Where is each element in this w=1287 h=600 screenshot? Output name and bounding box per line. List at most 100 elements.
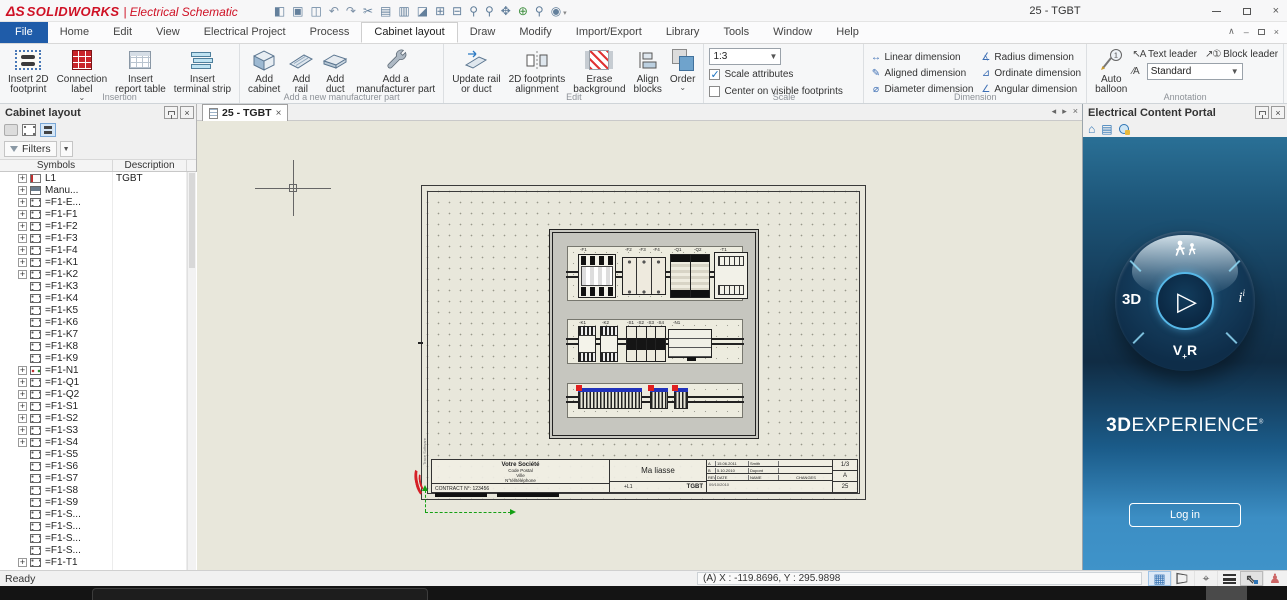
insert-2d-footprint-button[interactable]: Insert 2D footprint: [5, 46, 52, 96]
ribbon-tab[interactable]: Home: [48, 22, 101, 43]
ribbon-tab[interactable]: Modify: [507, 22, 563, 43]
globe-edit-icon[interactable]: [1119, 124, 1129, 134]
minimize-button[interactable]: [1212, 11, 1221, 12]
expand-icon[interactable]: [18, 234, 27, 243]
tree-row[interactable]: =F1-K7: [0, 328, 197, 340]
compass-play-button[interactable]: ▷: [1156, 272, 1215, 331]
expand-icon[interactable]: [18, 438, 27, 447]
tree-row[interactable]: =F1-K8: [0, 340, 197, 352]
ribbon-tab[interactable]: Import/Export: [564, 22, 654, 43]
status-toggle-icon[interactable]: [1171, 571, 1194, 586]
status-toggle-icon[interactable]: [1217, 571, 1240, 586]
tree-row[interactable]: =F1-F1: [0, 208, 197, 220]
close-panel-button[interactable]: ×: [180, 106, 194, 119]
tree-row[interactable]: =F1-S8: [0, 484, 197, 496]
expand-icon[interactable]: [18, 378, 27, 387]
breakers-s1-s4[interactable]: [626, 326, 666, 362]
contactor-k1[interactable]: [578, 326, 596, 362]
expand-icon[interactable]: [18, 222, 27, 231]
update-rail-or-duct-button[interactable]: Update rail or duct: [449, 46, 503, 96]
expand-icon[interactable]: [18, 390, 27, 399]
tree-row[interactable]: =F1-T1: [0, 556, 197, 568]
breaker-f1[interactable]: [578, 254, 616, 298]
tree-row[interactable]: =F1-S...: [0, 532, 197, 544]
home-icon[interactable]: ⌂: [1088, 123, 1095, 135]
tree-row[interactable]: =F1-S6: [0, 460, 197, 472]
doc-minimize-icon[interactable]: –: [1244, 27, 1249, 37]
contactors-q1-q2[interactable]: [670, 254, 710, 298]
sheet-view-icon[interactable]: [4, 124, 18, 136]
tree-row[interactable]: =F1-K9: [0, 352, 197, 364]
plc-n1[interactable]: [668, 329, 712, 358]
expand-icon[interactable]: [18, 258, 27, 267]
qat-icon[interactable]: ↶: [329, 5, 339, 17]
tab-close-icon[interactable]: ×: [276, 108, 282, 119]
align-blocks-button[interactable]: Align blocks: [631, 46, 665, 96]
tree-row[interactable]: =F1-K4: [0, 292, 197, 304]
insert-report-table-button[interactable]: Insert report table: [112, 46, 169, 96]
tree-row[interactable]: =F1-S...: [0, 508, 197, 520]
ribbon-tab[interactable]: Edit: [101, 22, 144, 43]
annotation-style-select[interactable]: Standard▼: [1147, 63, 1243, 80]
terminal-strip[interactable]: [650, 388, 668, 414]
expand-icon[interactable]: [18, 558, 27, 567]
tree-row[interactable]: =F1-K2: [0, 268, 197, 280]
qat-icon[interactable]: ⊕: [518, 5, 528, 17]
doc-close-icon[interactable]: ×: [1274, 27, 1279, 37]
transformer-t1[interactable]: [714, 252, 748, 299]
panel-view-icon[interactable]: ▤: [1101, 123, 1112, 135]
tree-row[interactable]: =F1-F2: [0, 220, 197, 232]
ribbon-tab[interactable]: Tools: [711, 22, 761, 43]
scrollbar-thumb[interactable]: [189, 173, 195, 268]
qat-icon[interactable]: ◪: [417, 5, 428, 17]
dimension-tool[interactable]: Ordinate dimension: [979, 65, 1081, 81]
tree-row[interactable]: =F1-K3: [0, 280, 197, 292]
tree-row[interactable]: =F1-S9: [0, 496, 197, 508]
expand-icon[interactable]: [18, 198, 27, 207]
tree-row[interactable]: Manu...: [0, 184, 197, 196]
terminal-strip[interactable]: [578, 388, 642, 414]
tree-row[interactable]: =F1-K6: [0, 316, 197, 328]
tree-row[interactable]: =F1-N1: [0, 364, 197, 376]
dimension-tool[interactable]: Aligned dimension: [869, 65, 973, 81]
column-header-description[interactable]: Description: [113, 160, 187, 171]
qat-icon[interactable]: ⚲: [535, 5, 544, 17]
status-toggle-icon[interactable]: [1240, 571, 1263, 586]
tab-scroll-right-icon[interactable]: ▸: [1062, 106, 1067, 117]
tree-row[interactable]: =F1-S...: [0, 544, 197, 556]
expand-icon[interactable]: [18, 270, 27, 279]
ribbon-tab[interactable]: Window: [761, 22, 824, 43]
tree-row[interactable]: =F1-S7: [0, 472, 197, 484]
filters-dropdown-button[interactable]: ▼: [60, 141, 73, 157]
qat-icon[interactable]: ✥: [501, 5, 511, 17]
qat-icon[interactable]: ✂: [363, 5, 373, 17]
erase-background-button[interactable]: Erase background: [570, 46, 628, 96]
qat-icon[interactable]: ▣: [292, 5, 303, 17]
status-toggle-icon[interactable]: [1148, 571, 1171, 586]
pin-panel-button[interactable]: [164, 106, 178, 119]
auto-balloon-button[interactable]: 1 Auto balloon: [1092, 46, 1130, 96]
ribbon-tab[interactable]: Library: [654, 22, 712, 43]
tree-row[interactable]: =F1-K1: [0, 256, 197, 268]
tree-row[interactable]: =F1-F4: [0, 244, 197, 256]
qat-icon[interactable]: ⊟: [452, 5, 462, 17]
add-manufacturer-part-button[interactable]: Add a manufacturer part: [353, 46, 438, 96]
tree-row[interactable]: =F1-Q1: [0, 376, 197, 388]
qat-icon[interactable]: ↷: [346, 5, 356, 17]
add-duct-button[interactable]: Add duct: [319, 46, 351, 96]
order-button[interactable]: Order: [667, 46, 699, 94]
breakers-f2-f4[interactable]: [622, 257, 666, 295]
drawing-canvas[interactable]: -F1-F2-F3-F4-Q1-Q2-T1 -K1-K2-S1-S2-S3-S4…: [197, 121, 1082, 570]
tree-row[interactable]: =F1-S3: [0, 424, 197, 436]
cabinet-footprint[interactable]: -F1-F2-F3-F4-Q1-Q2-T1 -K1-K2-S1-S2-S3-S4…: [549, 229, 759, 439]
scale-select[interactable]: 1:3▼: [709, 48, 781, 65]
status-toggle-icon[interactable]: [1263, 571, 1286, 586]
ribbon-tab[interactable]: Cabinet layout: [361, 22, 457, 43]
column-header-symbols[interactable]: Symbols: [0, 160, 113, 171]
tree-row[interactable]: =F1-Q2: [0, 388, 197, 400]
terminal-strip[interactable]: [674, 388, 688, 414]
restore-button[interactable]: [1243, 8, 1251, 15]
doc-restore-icon[interactable]: [1258, 29, 1265, 35]
status-toggle-icon[interactable]: [1194, 571, 1217, 586]
qat-icon[interactable]: ▥: [398, 5, 409, 17]
